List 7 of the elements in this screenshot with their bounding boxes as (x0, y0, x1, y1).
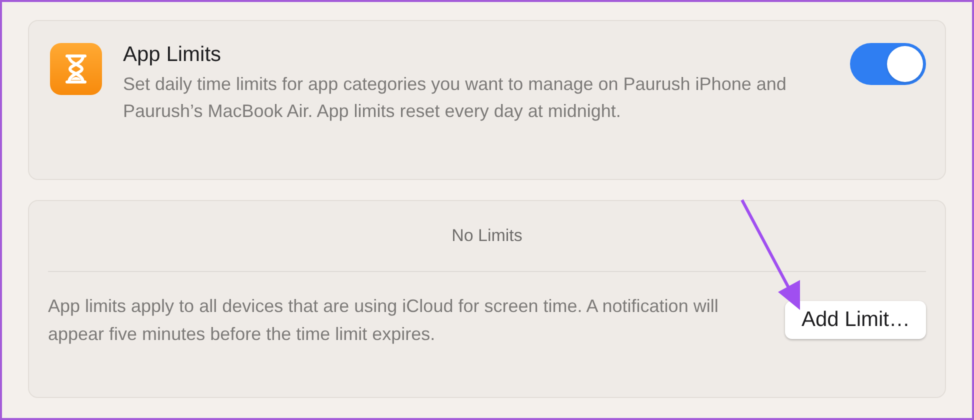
section-description: Set daily time limits for app categories you want to manage on Paurush iPhone and Paurush’s MacBook Air. App limits reset every day at midnight. (123, 73, 788, 123)
hourglass-icon (50, 43, 102, 95)
info-text: App limits apply to all devices that are using iCloud for screen time. A notification will appear five minutes before the time limit expires. (48, 295, 720, 346)
add-limit-button[interactable]: Add Limit… (785, 301, 926, 339)
empty-state-text: No Limits (452, 225, 522, 248)
toggle-switch[interactable] (850, 43, 926, 85)
section-title: App Limits (123, 42, 222, 68)
